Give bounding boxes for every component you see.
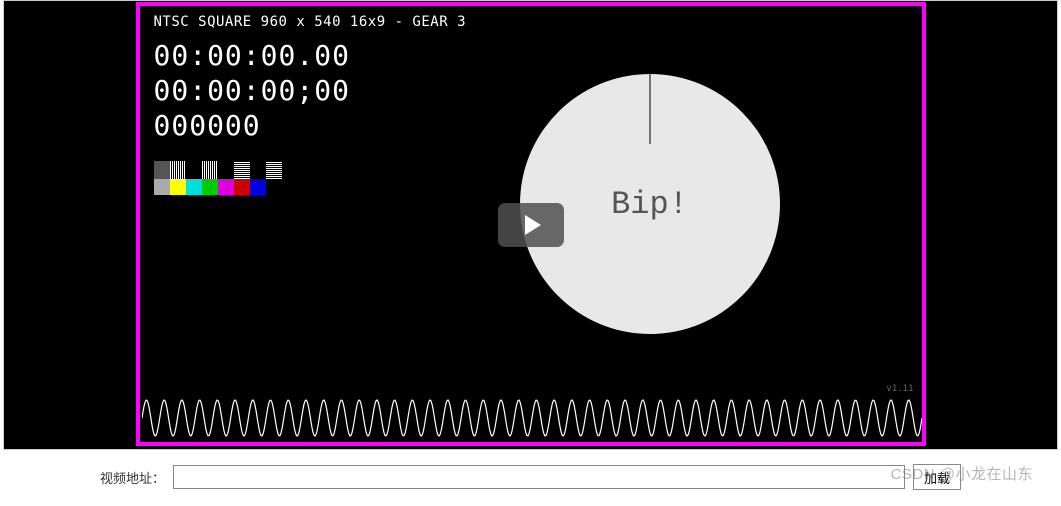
timecode-drop: 00:00:00;00	[154, 73, 922, 108]
audio-waveform	[142, 398, 922, 438]
url-label: 视频地址：	[100, 468, 165, 487]
play-icon	[525, 215, 541, 235]
play-button[interactable]	[498, 203, 564, 247]
video-header-text: NTSC SQUARE 960 x 540 16x9 - GEAR 3	[140, 6, 922, 30]
version-label: v1.11	[886, 384, 913, 394]
video-url-input[interactable]	[173, 465, 905, 489]
circle-text: Bip!	[611, 186, 688, 223]
timecode-real: 00:00:00.00	[154, 38, 922, 73]
load-button[interactable]: 加载	[913, 464, 961, 490]
video-player-container: NTSC SQUARE 960 x 540 16x9 - GEAR 3 00:0…	[3, 0, 1058, 450]
controls-row: 视频地址： 加载	[0, 450, 1061, 490]
color-bars	[154, 161, 282, 195]
circle-needle	[649, 74, 650, 144]
timecode-block: 00:00:00.00 00:00:00;00 000000	[140, 30, 922, 143]
